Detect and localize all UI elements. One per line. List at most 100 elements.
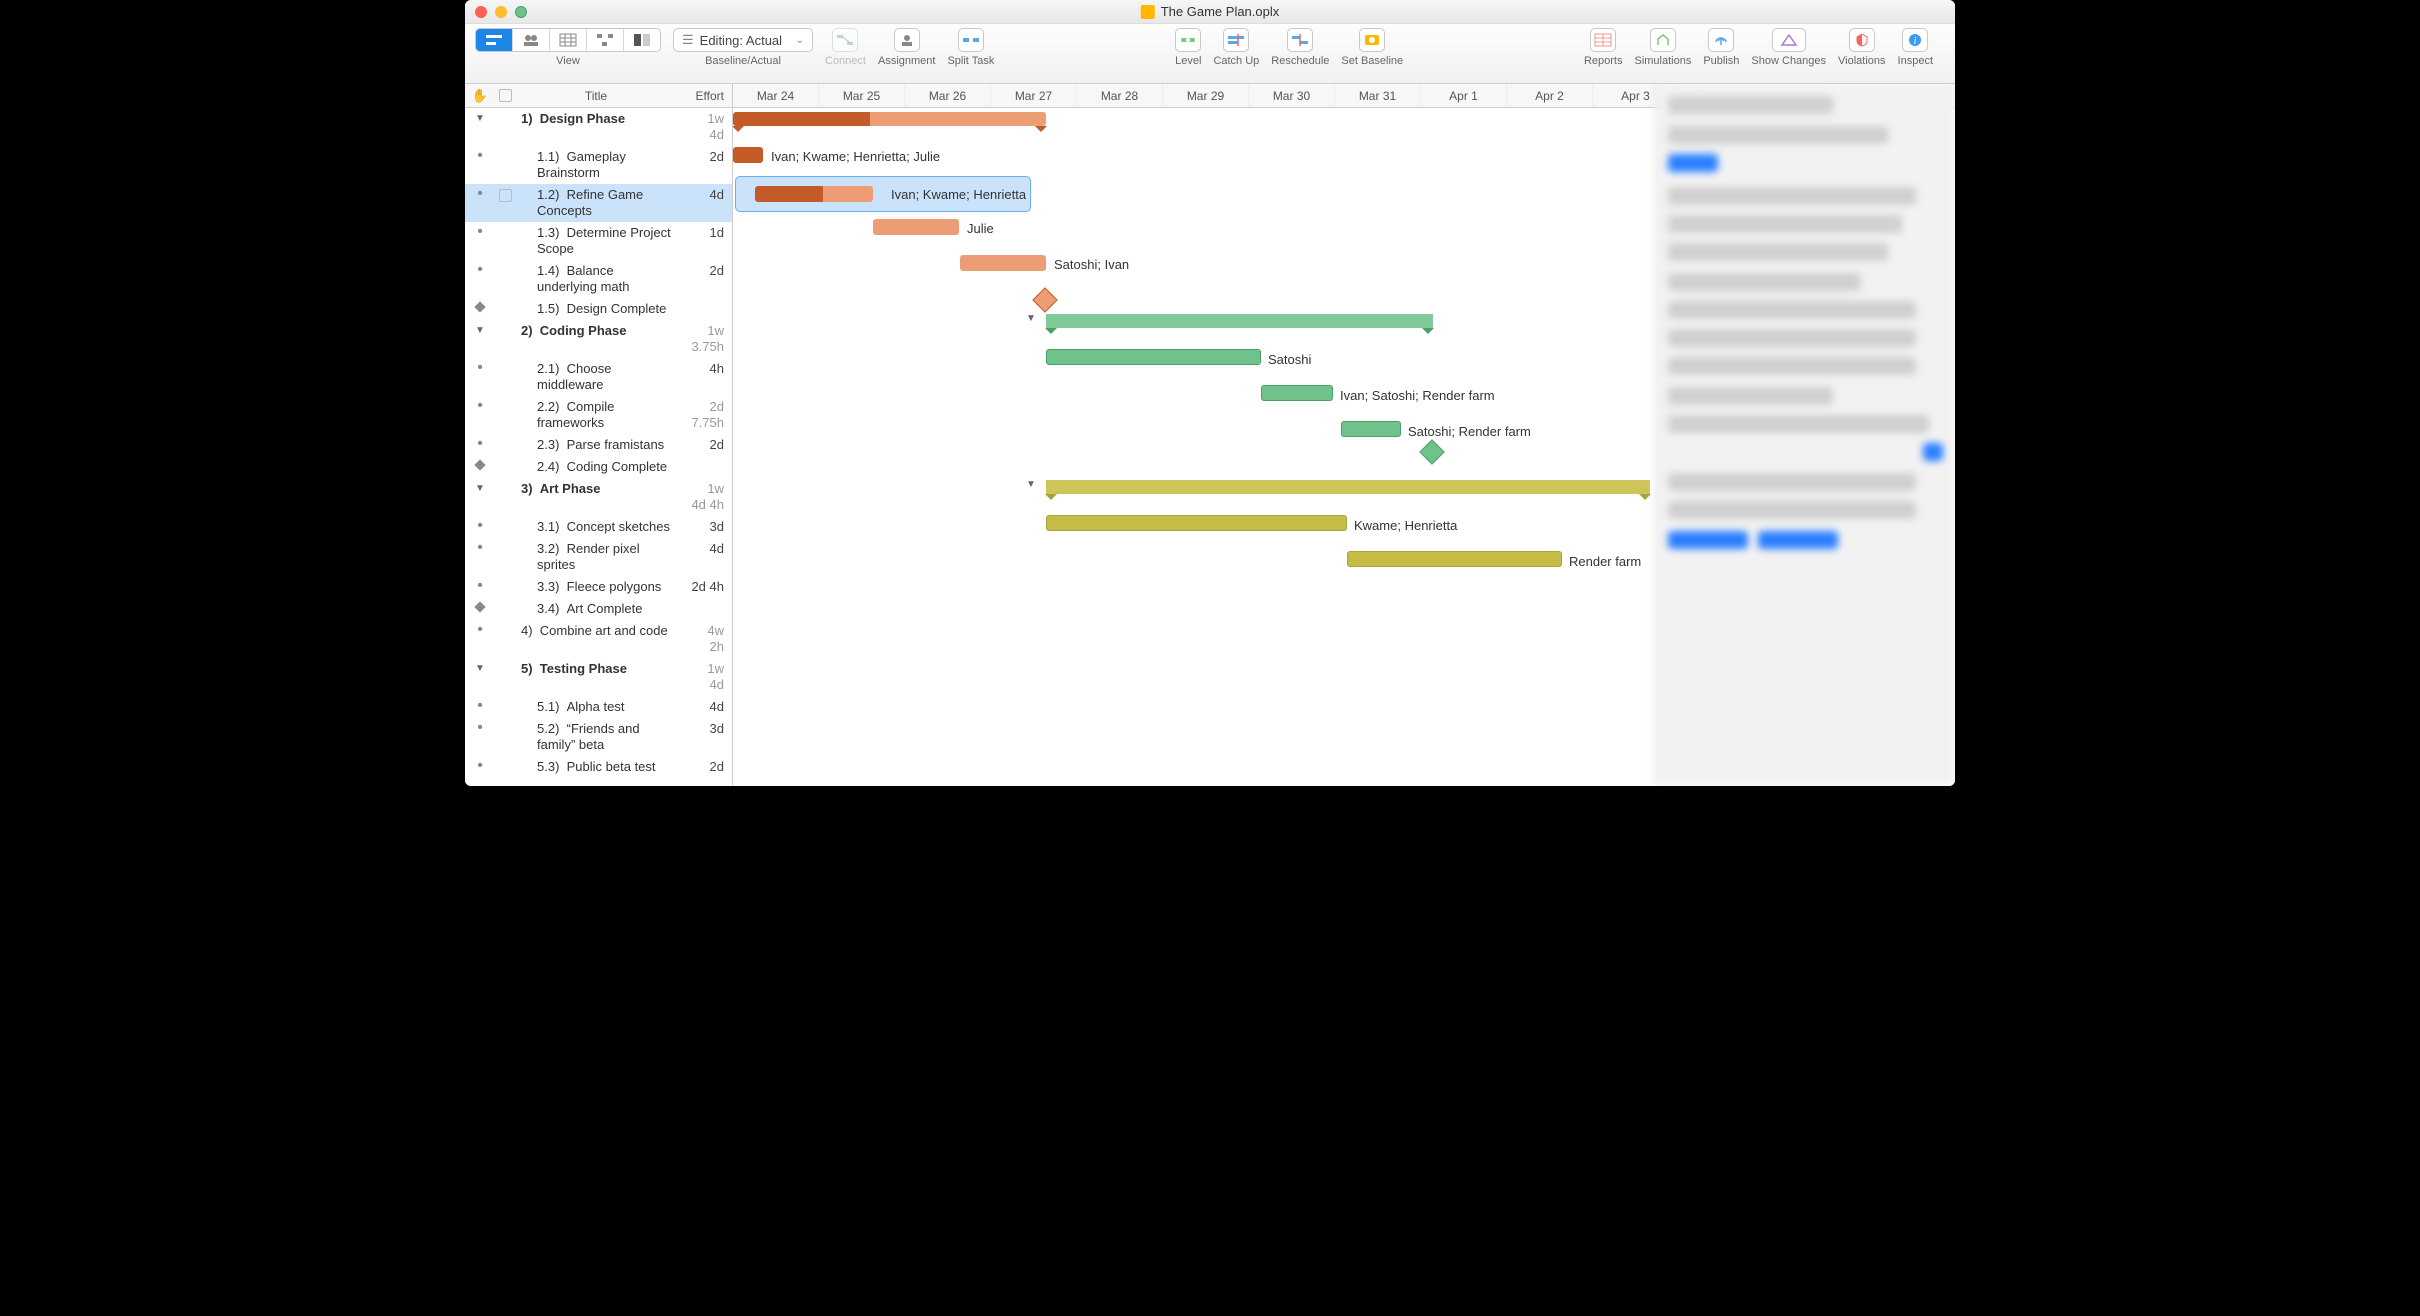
row-effort[interactable]: 2d7.75h (677, 399, 732, 431)
outline-row[interactable]: •5.1) Alpha test4d (465, 696, 732, 718)
row-marker[interactable]: • (465, 187, 495, 219)
row-note[interactable] (495, 759, 515, 775)
row-marker[interactable]: • (465, 579, 495, 595)
date-column[interactable]: Mar 29 (1163, 84, 1249, 107)
row-note[interactable] (495, 661, 515, 693)
row-effort[interactable]: 4h (677, 361, 732, 393)
row-effort[interactable] (677, 301, 732, 317)
task-bar[interactable]: Satoshi; Render farm (1341, 421, 1401, 437)
row-note[interactable] (495, 301, 515, 317)
row-title[interactable]: 3.1) Concept sketches (515, 519, 677, 535)
date-column[interactable]: Mar 28 (1077, 84, 1163, 107)
chevron-down-icon[interactable]: ▼ (1026, 313, 1036, 324)
row-title[interactable]: 3.3) Fleece polygons (515, 579, 677, 595)
outline-row[interactable]: ▼1) Design Phase1w4d (465, 108, 732, 146)
row-title[interactable]: 5.2) “Friends and family” beta (515, 721, 677, 753)
close-window-button[interactable] (475, 6, 487, 18)
row-note[interactable] (495, 459, 515, 475)
task-bar[interactable]: Julie (873, 219, 959, 235)
inspector-panel[interactable] (1655, 84, 1955, 786)
baseline-dropdown[interactable]: ☰ Editing: Actual ⌄ (673, 28, 813, 52)
inspect-button[interactable]: i (1902, 28, 1928, 52)
row-title[interactable]: 1) Design Phase (515, 111, 677, 143)
row-effort[interactable]: 4w2h (677, 623, 732, 655)
outline-row[interactable]: •2.2) Compile frameworks2d7.75h (465, 396, 732, 434)
row-marker[interactable]: • (465, 225, 495, 257)
task-outline[interactable]: ✋ Title Effort ▼1) Design Phase1w4d•1.1)… (465, 84, 733, 786)
row-marker[interactable]: • (465, 623, 495, 655)
row-note[interactable] (495, 225, 515, 257)
row-title[interactable]: 1.5) Design Complete (515, 301, 677, 317)
chevron-down-icon[interactable]: ▼ (475, 483, 485, 494)
task-bar[interactable]: Satoshi; Ivan (960, 255, 1046, 271)
publish-button[interactable] (1708, 28, 1734, 52)
row-effort[interactable]: 3d (677, 519, 732, 535)
row-note[interactable] (495, 481, 515, 513)
row-effort[interactable]: 3d (677, 721, 732, 753)
date-column[interactable]: Mar 25 (819, 84, 905, 107)
row-effort[interactable] (677, 601, 732, 617)
row-marker[interactable]: ▼ (465, 661, 495, 693)
row-note[interactable] (495, 699, 515, 715)
row-effort[interactable]: 4d (677, 699, 732, 715)
chevron-down-icon[interactable]: ▼ (475, 663, 485, 674)
row-effort[interactable]: 2d (677, 149, 732, 181)
level-button[interactable] (1175, 28, 1201, 52)
row-marker[interactable]: • (465, 399, 495, 431)
phase-bar-design[interactable] (733, 112, 1046, 126)
row-title[interactable]: 1.4) Balance underlying math (515, 263, 677, 295)
date-column[interactable]: Apr 2 (1507, 84, 1593, 107)
row-marker[interactable]: ▼ (465, 481, 495, 513)
connect-button[interactable] (832, 28, 858, 52)
row-title[interactable]: 1.1) Gameplay Brainstorm (515, 149, 677, 181)
date-column[interactable]: Mar 27 (991, 84, 1077, 107)
chevron-down-icon[interactable]: ▼ (475, 325, 485, 336)
outline-row[interactable]: •4) Combine art and code4w2h (465, 620, 732, 658)
row-marker[interactable] (465, 459, 495, 475)
outline-row[interactable]: •3.2) Render pixel sprites4d (465, 538, 732, 576)
row-effort[interactable]: 2d (677, 263, 732, 295)
simulations-button[interactable] (1650, 28, 1676, 52)
chevron-down-icon[interactable]: ▼ (1026, 479, 1036, 490)
effort-column-header[interactable]: Effort (677, 89, 732, 103)
gantt-chart[interactable]: Mar 24Mar 25Mar 26Mar 27Mar 28Mar 29Mar … (733, 84, 1955, 786)
set-baseline-button[interactable] (1359, 28, 1385, 52)
outline-row[interactable]: •2.1) Choose middleware4h (465, 358, 732, 396)
date-column[interactable]: Apr 1 (1421, 84, 1507, 107)
catchup-button[interactable] (1223, 28, 1249, 52)
title-column-header[interactable]: Title (515, 89, 677, 103)
outline-row[interactable]: 2.4) Coding Complete (465, 456, 732, 478)
row-note[interactable] (495, 111, 515, 143)
row-title[interactable]: 2.4) Coding Complete (515, 459, 677, 475)
row-title[interactable]: 2.1) Choose middleware (515, 361, 677, 393)
row-effort[interactable]: 2d (677, 437, 732, 453)
row-title[interactable]: 3.2) Render pixel sprites (515, 541, 677, 573)
row-effort[interactable] (677, 459, 732, 475)
row-note[interactable] (495, 601, 515, 617)
row-note[interactable] (495, 149, 515, 181)
outline-row[interactable]: ▼2) Coding Phase1w3.75h (465, 320, 732, 358)
outline-row[interactable]: ▼3) Art Phase1w4d 4h (465, 478, 732, 516)
row-effort[interactable]: 2d (677, 759, 732, 775)
row-marker[interactable]: • (465, 149, 495, 181)
outline-row[interactable]: 1.5) Design Complete (465, 298, 732, 320)
row-note[interactable] (495, 263, 515, 295)
outline-row[interactable]: ▼5) Testing Phase1w4d (465, 658, 732, 696)
row-note[interactable] (495, 187, 515, 219)
outline-row[interactable]: •3.1) Concept sketches3d (465, 516, 732, 538)
zoom-window-button[interactable] (515, 6, 527, 18)
view-calendar-button[interactable] (550, 29, 587, 51)
task-bar[interactable] (755, 186, 873, 202)
row-marker[interactable]: ▼ (465, 111, 495, 143)
outline-row[interactable]: • 1.1) Gameplay Brainstorm2d (465, 146, 732, 184)
row-note[interactable] (495, 519, 515, 535)
row-note[interactable] (495, 579, 515, 595)
phase-bar-coding[interactable] (1046, 314, 1433, 328)
row-title[interactable]: 2) Coding Phase (515, 323, 677, 355)
row-note[interactable] (495, 541, 515, 573)
split-task-button[interactable] (958, 28, 984, 52)
outline-row[interactable]: •5.2) “Friends and family” beta3d (465, 718, 732, 756)
outline-row[interactable]: •3.3) Fleece polygons2d 4h (465, 576, 732, 598)
row-effort[interactable]: 1w4d (677, 661, 732, 693)
outline-row[interactable]: •1.2) Refine Game Concepts4d (465, 184, 732, 222)
